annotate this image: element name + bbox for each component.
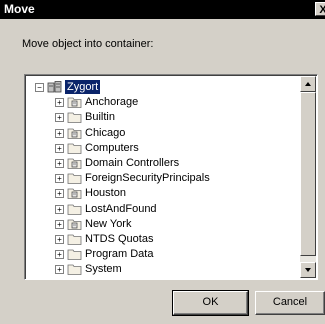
move-prompt-label: Move object into container: <box>22 38 154 50</box>
ok-button[interactable]: OK <box>172 290 249 316</box>
scroll-up-button[interactable] <box>300 76 316 92</box>
scroll-down-button[interactable] <box>300 262 316 278</box>
vertical-scrollbar[interactable] <box>300 76 316 278</box>
title-bar: Move X <box>0 0 325 19</box>
folder-icon <box>67 263 83 276</box>
folder-icon <box>67 203 83 215</box>
expand-icon[interactable]: + <box>55 113 64 123</box>
expand-icon[interactable]: + <box>55 143 64 153</box>
expand-icon[interactable]: + <box>55 250 64 260</box>
ou-folder-icon <box>67 218 83 230</box>
tree-viewport: − Zygort + Anchorage + Builtin + Chicago + Comput… <box>25 75 300 279</box>
tree-node-label: Domain Controllers <box>85 157 180 169</box>
ou-folder-icon <box>67 157 83 169</box>
down-arrow-icon <box>305 268 311 272</box>
folder-icon <box>67 142 83 154</box>
cancel-button[interactable]: Cancel <box>255 291 325 315</box>
tree-node-label: Houston <box>85 187 126 200</box>
tree-node-label: System <box>85 263 122 276</box>
folder-icon <box>67 111 83 124</box>
expand-icon[interactable]: + <box>55 128 64 138</box>
folder-icon <box>67 233 83 245</box>
tree-node-label: ForeignSecurityPrincipals <box>85 172 210 185</box>
up-arrow-icon <box>305 82 311 86</box>
expand-icon[interactable]: + <box>55 189 64 199</box>
domain-icon <box>47 81 63 93</box>
close-icon: X <box>319 4 325 16</box>
tree-node-label: Builtin <box>85 111 115 124</box>
expand-icon[interactable]: + <box>55 159 64 168</box>
close-button[interactable]: X <box>315 2 325 16</box>
expand-icon[interactable]: + <box>55 219 64 229</box>
ou-folder-icon <box>67 127 83 139</box>
expand-icon[interactable]: + <box>55 235 64 244</box>
scroll-thumb[interactable] <box>300 92 316 256</box>
ou-folder-icon <box>67 187 83 200</box>
ou-folder-icon <box>67 96 83 109</box>
tree-node-label: NTDS Quotas <box>85 233 154 245</box>
expand-icon[interactable]: + <box>55 98 64 108</box>
tree-node-label: Anchorage <box>85 96 139 109</box>
container-tree[interactable]: − Zygort + Anchorage + Builtin + Chicago + Comput… <box>24 74 318 280</box>
tree-node-label: Computers <box>85 141 139 154</box>
tree-node-label: Program Data <box>85 248 154 261</box>
expand-icon[interactable]: + <box>55 265 64 275</box>
expand-icon[interactable]: + <box>55 174 64 184</box>
folder-icon <box>67 172 83 185</box>
tree-node-label: Chicago <box>85 126 126 139</box>
tree-node-label: LostAndFound <box>85 202 157 215</box>
tree-node-label: New York <box>85 217 132 230</box>
window-title: Move <box>4 2 35 16</box>
tree-node-label: Zygort <box>65 80 101 94</box>
collapse-icon[interactable]: − <box>35 83 44 92</box>
folder-icon <box>67 248 83 261</box>
expand-icon[interactable]: + <box>55 204 64 214</box>
